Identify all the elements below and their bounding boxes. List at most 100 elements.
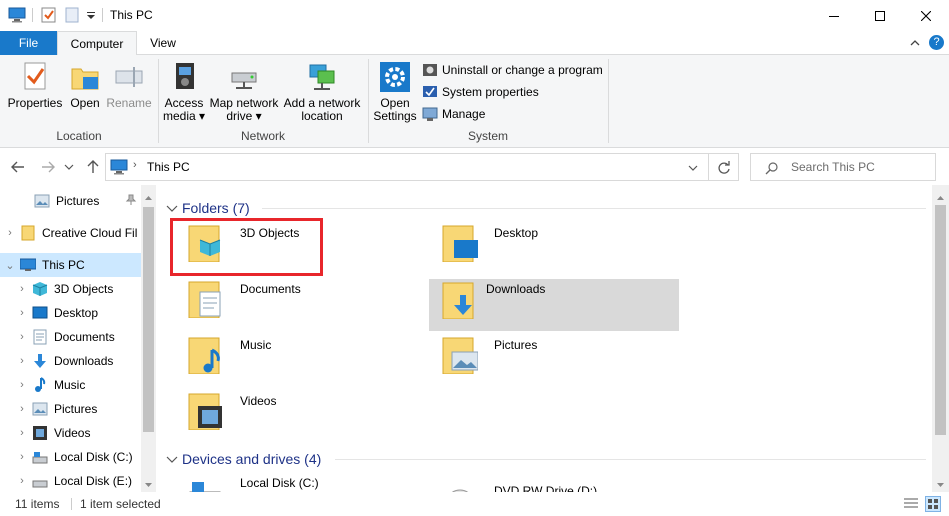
nav-item-creative-cloud[interactable]: › Creative Cloud Fil <box>0 221 141 245</box>
nav-item-3d-objects[interactable]: › 3D Objects <box>0 277 141 301</box>
content-scroll-thumb[interactable] <box>935 205 946 435</box>
network-drive-icon <box>231 72 257 89</box>
address-row: › This PC Search This PC <box>0 149 949 185</box>
open-settings-label-2: Settings <box>373 109 417 123</box>
minimize-button[interactable] <box>811 0 857 31</box>
breadcrumb[interactable]: This PC <box>147 160 190 174</box>
pin-icon[interactable] <box>125 194 137 206</box>
content-scrollbar[interactable] <box>932 185 949 492</box>
nav-scroll-thumb[interactable] <box>143 207 154 432</box>
folder-tile-documents[interactable]: Documents <box>168 270 418 324</box>
scroll-down-icon[interactable] <box>145 478 152 487</box>
manage-button[interactable]: Manage <box>422 104 485 124</box>
this-pc-icon <box>20 258 36 271</box>
expand-chevron-icon[interactable]: › <box>12 427 32 439</box>
title-bar: This PC <box>0 0 949 31</box>
open-settings-button[interactable]: Open Settings <box>372 61 418 123</box>
folder-tile-music[interactable]: Music <box>168 326 418 380</box>
folder-tile-desktop[interactable]: Desktop <box>422 214 672 268</box>
maximize-button[interactable] <box>857 0 903 31</box>
expand-chevron-icon[interactable]: › <box>12 475 32 487</box>
tab-view[interactable]: View <box>140 31 186 55</box>
collapse-chevron-icon <box>166 205 178 212</box>
folder-icon <box>21 225 35 241</box>
nav-item-local-disk-c[interactable]: › Local Disk (C:) <box>0 445 141 469</box>
breadcrumb-chevron-icon[interactable]: › <box>133 159 137 171</box>
folder-tile-downloads[interactable]: Downloads <box>429 279 679 331</box>
system-properties-label: System properties <box>442 85 539 99</box>
nav-item-desktop[interactable]: › Desktop <box>0 301 141 325</box>
collapse-chevron-icon[interactable]: ⌄ <box>0 259 20 272</box>
open-button[interactable]: Open <box>66 61 104 110</box>
nav-item-local-disk-e[interactable]: › Local Disk (E:) <box>0 469 141 492</box>
desktop-folder-icon <box>442 225 478 262</box>
nav-item-this-pc[interactable]: ⌄ This PC <box>0 253 141 277</box>
pictures-folder-icon <box>442 337 478 374</box>
collapse-ribbon-icon[interactable] <box>908 36 922 50</box>
forward-arrow-icon[interactable] <box>40 159 56 175</box>
drive-tile-dvd[interactable]: DVD RW Drive (D:) <box>422 480 672 492</box>
network-location-icon <box>309 64 335 90</box>
scroll-up-icon[interactable] <box>145 191 152 200</box>
properties-button[interactable]: Properties <box>6 61 64 110</box>
refresh-button[interactable] <box>709 153 739 181</box>
map-network-drive-button[interactable]: Map network drive ▾ <box>208 61 280 123</box>
status-item-count: 11 items <box>15 497 60 511</box>
manage-icon <box>422 107 438 121</box>
devices-group-header[interactable]: Devices and drives (4) <box>166 449 321 469</box>
large-icons-view-icon[interactable] <box>925 496 941 512</box>
content-pane: Folders (7) 3D Objects Desktop Documents… <box>160 185 932 492</box>
access-media-label-2: media <box>162 109 196 123</box>
expand-chevron-icon[interactable]: › <box>12 355 32 367</box>
expand-chevron-icon[interactable]: › <box>12 331 32 343</box>
close-button[interactable] <box>903 0 949 31</box>
nav-item-downloads[interactable]: › Downloads <box>0 349 141 373</box>
drive-icon <box>32 452 48 464</box>
search-input[interactable]: Search This PC <box>750 153 936 181</box>
folder-tile-videos[interactable]: Videos <box>168 382 418 436</box>
drive-tile-local-disk-c[interactable]: Local Disk (C:) <box>168 470 418 492</box>
scroll-down-icon[interactable] <box>937 478 944 487</box>
system-properties-icon <box>423 86 437 97</box>
nav-item-music[interactable]: › Music <box>0 373 141 397</box>
expand-chevron-icon[interactable]: › <box>0 227 20 239</box>
access-media-button[interactable]: Access media ▾ <box>162 61 206 123</box>
rename-button[interactable]: Rename <box>105 61 153 110</box>
search-placeholder: Search This PC <box>791 160 875 174</box>
address-bar[interactable]: › This PC <box>105 153 709 181</box>
help-icon[interactable]: ? <box>929 35 944 50</box>
open-folder-icon <box>71 68 99 90</box>
properties-check-icon[interactable] <box>41 7 57 23</box>
nav-item-documents[interactable]: › Documents <box>0 325 141 349</box>
expand-chevron-icon[interactable]: › <box>12 451 32 463</box>
expand-chevron-icon[interactable]: › <box>12 403 32 415</box>
system-properties-button[interactable]: System properties <box>422 82 539 102</box>
nav-scrollbar[interactable] <box>141 185 156 492</box>
back-arrow-icon[interactable] <box>10 159 26 175</box>
customize-toolbar-icon[interactable] <box>85 7 97 23</box>
expand-chevron-icon[interactable]: › <box>12 283 32 295</box>
expand-chevron-icon[interactable]: › <box>12 307 32 319</box>
nav-item-videos[interactable]: › Videos <box>0 421 141 445</box>
nav-item-pictures-quick[interactable]: Pictures <box>0 189 141 213</box>
tab-computer[interactable]: Computer <box>57 31 137 56</box>
recent-locations-chevron-icon[interactable] <box>64 161 74 171</box>
desktop-icon <box>32 306 48 319</box>
videos-folder-icon <box>188 393 222 430</box>
new-folder-icon[interactable] <box>64 7 80 23</box>
details-view-icon[interactable] <box>903 497 919 511</box>
downloads-folder-icon <box>442 282 474 319</box>
folder-tile-pictures[interactable]: Pictures <box>422 326 672 380</box>
nav-item-pictures[interactable]: › Pictures <box>0 397 141 421</box>
expand-chevron-icon[interactable]: › <box>12 379 32 391</box>
this-pc-icon[interactable] <box>8 7 26 23</box>
drive-icon <box>189 482 221 492</box>
search-icon <box>765 162 778 175</box>
up-arrow-icon[interactable] <box>85 159 101 175</box>
address-dropdown-icon[interactable] <box>688 163 698 173</box>
tab-file[interactable]: File <box>0 31 57 55</box>
scroll-up-icon[interactable] <box>937 191 944 200</box>
ribbon-tabs: File Computer View ? <box>0 31 949 56</box>
add-network-location-button[interactable]: Add a network location <box>282 61 362 123</box>
uninstall-program-button[interactable]: Uninstall or change a program <box>422 60 603 80</box>
